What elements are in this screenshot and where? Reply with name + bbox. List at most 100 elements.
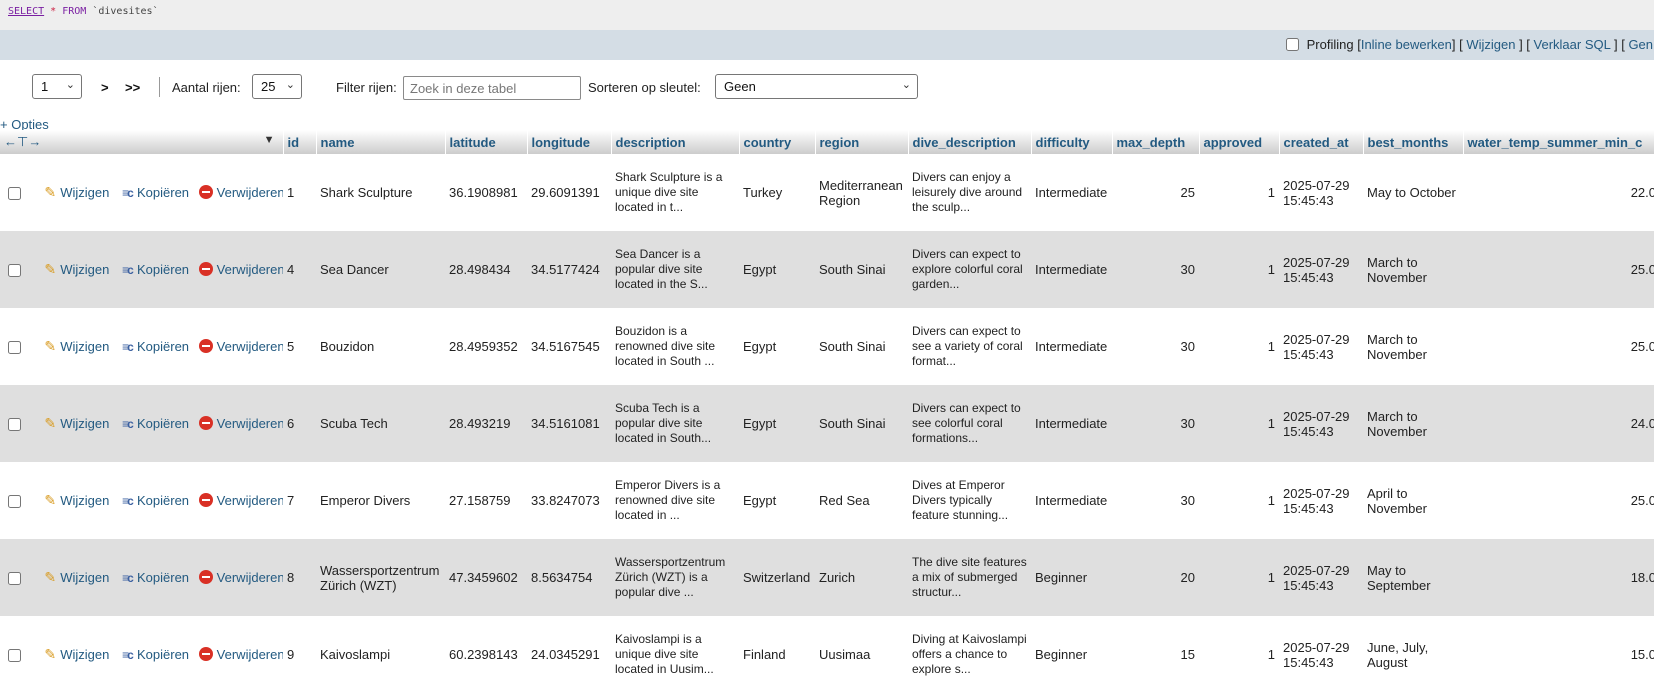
- cell-longitude[interactable]: 29.6091391: [527, 154, 611, 231]
- cell-longitude[interactable]: 24.0345291: [527, 616, 611, 693]
- cell-country[interactable]: Turkey: [739, 154, 815, 231]
- row-copy-link[interactable]: ≡c Kopiëren: [119, 262, 189, 277]
- cell-max-depth[interactable]: 30: [1112, 462, 1199, 539]
- page-select[interactable]: 1 ⌄: [32, 74, 82, 99]
- cell-water-temp[interactable]: 15.0: [1463, 616, 1654, 693]
- cell-dive-description[interactable]: Divers can enjoy a leisurely dive around…: [908, 154, 1031, 231]
- cell-difficulty[interactable]: Beginner: [1031, 616, 1112, 693]
- row-edit-link[interactable]: ✎ Wijzigen: [42, 492, 109, 508]
- row-delete-link[interactable]: Verwijderen: [198, 185, 283, 200]
- cell-latitude[interactable]: 28.498434: [445, 231, 527, 308]
- cell-water-temp[interactable]: 18.0: [1463, 539, 1654, 616]
- cell-created-at[interactable]: 2025-07-29 15:45:43: [1279, 231, 1363, 308]
- cell-water-temp[interactable]: 25.0: [1463, 308, 1654, 385]
- row-copy-link[interactable]: ≡c Kopiëren: [119, 493, 189, 508]
- column-header-name[interactable]: name: [316, 130, 446, 154]
- cell-name[interactable]: Bouzidon: [316, 308, 445, 385]
- sort-by-key-select[interactable]: Geen ⌄: [715, 74, 918, 99]
- cell-longitude[interactable]: 34.5177424: [527, 231, 611, 308]
- cell-approved[interactable]: 1: [1199, 385, 1279, 462]
- cell-latitude[interactable]: 47.3459602: [445, 539, 527, 616]
- cell-best-months[interactable]: May to October: [1363, 154, 1463, 231]
- cell-region[interactable]: Mediterranean Region: [815, 154, 908, 231]
- cell-approved[interactable]: 1: [1199, 308, 1279, 385]
- cell-difficulty[interactable]: Intermediate: [1031, 462, 1112, 539]
- row-delete-link[interactable]: Verwijderen: [198, 262, 283, 277]
- cell-region[interactable]: Zurich: [815, 539, 908, 616]
- cell-latitude[interactable]: 28.4959352: [445, 308, 527, 385]
- cell-best-months[interactable]: March to November: [1363, 231, 1463, 308]
- last-page-button[interactable]: >>: [125, 80, 140, 95]
- cell-name[interactable]: Kaivoslampi: [316, 616, 445, 693]
- cell-difficulty[interactable]: Intermediate: [1031, 154, 1112, 231]
- cell-created-at[interactable]: 2025-07-29 15:45:43: [1279, 462, 1363, 539]
- column-header-longitude[interactable]: longitude: [527, 130, 612, 154]
- cell-id[interactable]: 1: [283, 154, 316, 231]
- row-delete-link[interactable]: Verwijderen: [198, 647, 283, 662]
- sort-down-icon[interactable]: ▼: [264, 134, 275, 146]
- cell-country[interactable]: Egypt: [739, 231, 815, 308]
- column-header-id[interactable]: id: [283, 130, 317, 154]
- cell-name[interactable]: Wassersportzentrum Zürich (WZT): [316, 539, 445, 616]
- cell-description[interactable]: Sea Dancer is a popular dive site locate…: [611, 231, 739, 308]
- cell-max-depth[interactable]: 20: [1112, 539, 1199, 616]
- cell-latitude[interactable]: 36.1908981: [445, 154, 527, 231]
- cell-dive-description[interactable]: Divers can expect to explore colorful co…: [908, 231, 1031, 308]
- column-header-max-depth[interactable]: max_depth: [1112, 130, 1200, 154]
- cell-region[interactable]: South Sinai: [815, 231, 908, 308]
- cell-approved[interactable]: 1: [1199, 462, 1279, 539]
- cell-longitude[interactable]: 33.8247073: [527, 462, 611, 539]
- column-header-best-months[interactable]: best_months: [1363, 130, 1464, 154]
- cell-difficulty[interactable]: Intermediate: [1031, 385, 1112, 462]
- cell-id[interactable]: 8: [283, 539, 316, 616]
- cell-created-at[interactable]: 2025-07-29 15:45:43: [1279, 154, 1363, 231]
- filter-rows-input[interactable]: Zoek in deze tabel: [403, 76, 581, 100]
- cell-description[interactable]: Kaivoslampi is a unique dive site locate…: [611, 616, 739, 693]
- row-select-checkbox[interactable]: [8, 341, 21, 355]
- column-header-region[interactable]: region: [815, 130, 909, 154]
- cell-name[interactable]: Shark Sculpture: [316, 154, 445, 231]
- cell-dive-description[interactable]: Divers can expect to see a variety of co…: [908, 308, 1031, 385]
- column-header-latitude[interactable]: latitude: [445, 130, 528, 154]
- resize-arrows-icon[interactable]: ←⊤→: [4, 134, 41, 149]
- cell-description[interactable]: Wassersportzentrum Zürich (WZT) is a pop…: [611, 539, 739, 616]
- cell-max-depth[interactable]: 25: [1112, 154, 1199, 231]
- row-select-checkbox[interactable]: [8, 418, 21, 432]
- cell-water-temp[interactable]: 25.0: [1463, 231, 1654, 308]
- cell-description[interactable]: Emperor Divers is a renowned dive site l…: [611, 462, 739, 539]
- row-edit-link[interactable]: ✎ Wijzigen: [42, 338, 109, 354]
- cell-id[interactable]: 7: [283, 462, 316, 539]
- column-header-dive-description[interactable]: dive_description: [908, 130, 1032, 154]
- cell-description[interactable]: Bouzidon is a renowned dive site located…: [611, 308, 739, 385]
- row-select-checkbox[interactable]: [8, 264, 21, 278]
- cell-best-months[interactable]: May to September: [1363, 539, 1463, 616]
- cell-best-months[interactable]: June, July, August: [1363, 616, 1463, 693]
- cell-country[interactable]: Switzerland: [739, 539, 815, 616]
- inline-edit-link[interactable]: Inline bewerken: [1361, 37, 1452, 52]
- cell-difficulty[interactable]: Intermediate: [1031, 231, 1112, 308]
- column-header-country[interactable]: country: [739, 130, 816, 154]
- cell-approved[interactable]: 1: [1199, 231, 1279, 308]
- cell-longitude[interactable]: 34.5161081: [527, 385, 611, 462]
- cell-name[interactable]: Sea Dancer: [316, 231, 445, 308]
- next-page-button[interactable]: >: [101, 80, 109, 95]
- cell-description[interactable]: Scuba Tech is a popular dive site locate…: [611, 385, 739, 462]
- cell-dive-description[interactable]: Divers can expect to see colorful coral …: [908, 385, 1031, 462]
- row-delete-link[interactable]: Verwijderen: [198, 570, 283, 585]
- cell-region[interactable]: South Sinai: [815, 385, 908, 462]
- row-delete-link[interactable]: Verwijderen: [198, 493, 283, 508]
- cell-created-at[interactable]: 2025-07-29 15:45:43: [1279, 539, 1363, 616]
- row-edit-link[interactable]: ✎ Wijzigen: [42, 184, 109, 200]
- cell-best-months[interactable]: March to November: [1363, 308, 1463, 385]
- column-header-difficulty[interactable]: difficulty: [1031, 130, 1113, 154]
- cell-region[interactable]: South Sinai: [815, 308, 908, 385]
- cell-max-depth[interactable]: 30: [1112, 385, 1199, 462]
- cell-description[interactable]: Shark Sculpture is a unique dive site lo…: [611, 154, 739, 231]
- cell-created-at[interactable]: 2025-07-29 15:45:43: [1279, 308, 1363, 385]
- cell-best-months[interactable]: March to November: [1363, 385, 1463, 462]
- cell-water-temp[interactable]: 25.0: [1463, 462, 1654, 539]
- row-select-checkbox[interactable]: [8, 572, 21, 586]
- cell-difficulty[interactable]: Beginner: [1031, 539, 1112, 616]
- cell-name[interactable]: Emperor Divers: [316, 462, 445, 539]
- cell-dive-description[interactable]: The dive site features a mix of submerge…: [908, 539, 1031, 616]
